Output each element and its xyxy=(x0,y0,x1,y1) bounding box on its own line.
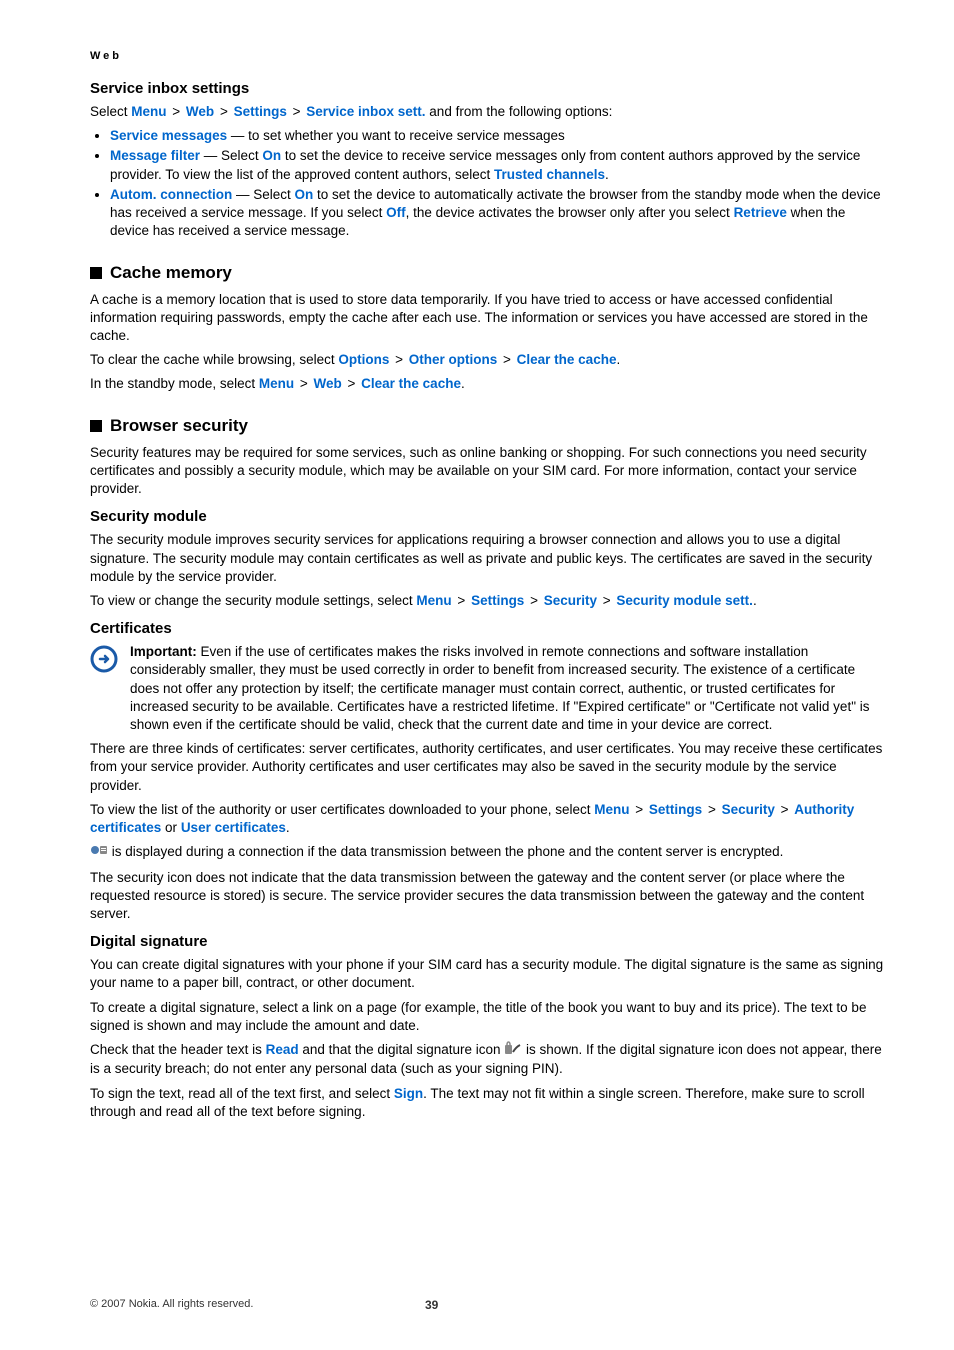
service-inbox-list: Service messages — to set whether you wa… xyxy=(90,127,884,240)
text: and from the following options: xyxy=(426,104,613,119)
text: — Select xyxy=(200,148,262,163)
text: , the device activates the browser only … xyxy=(406,205,734,220)
on-link: On xyxy=(262,148,281,163)
digital-signature-icon xyxy=(504,1041,522,1060)
menu-link: Menu xyxy=(131,104,166,119)
page-footer: © 2007 Nokia. All rights reserved. 39 xyxy=(90,1298,253,1310)
clear-cache-link: Clear the cache xyxy=(517,352,617,367)
options-link: Options xyxy=(338,352,389,367)
other-options-link: Other options xyxy=(409,352,498,367)
security-module-sett-link: Security module sett. xyxy=(616,593,753,608)
text: To view or change the security module se… xyxy=(90,593,416,608)
certs-p4: is displayed during a connection if the … xyxy=(90,843,884,862)
encrypted-connection-icon xyxy=(90,843,108,862)
on-link: On xyxy=(295,187,314,202)
important-label: Important: xyxy=(130,644,201,659)
sign-link: Sign xyxy=(394,1086,423,1101)
heading-certificates: Certificates xyxy=(90,620,884,637)
read-link: Read xyxy=(266,1042,299,1057)
square-bullet-icon xyxy=(90,267,102,279)
sec-module-p1: The security module improves security se… xyxy=(90,531,884,586)
cache-p3: In the standby mode, select Menu > Web >… xyxy=(90,375,884,393)
text: In the standby mode, select xyxy=(90,376,259,391)
security-link: Security xyxy=(722,802,775,817)
text: To sign the text, read all of the text f… xyxy=(90,1086,394,1101)
trusted-channels-link: Trusted channels xyxy=(494,167,605,182)
text: or xyxy=(161,820,181,835)
certs-p2: There are three kinds of certificates: s… xyxy=(90,740,884,795)
cache-p2: To clear the cache while browsing, selec… xyxy=(90,351,884,369)
text: Even if the use of certificates makes th… xyxy=(130,644,869,732)
settings-link: Settings xyxy=(471,593,524,608)
text: — Select xyxy=(232,187,294,202)
menu-link: Menu xyxy=(594,802,629,817)
important-icon xyxy=(90,643,118,678)
important-note: Important: Even if the use of certificat… xyxy=(90,643,884,734)
digsig-p1: You can create digital signatures with y… xyxy=(90,956,884,992)
service-inbox-intro: Select Menu > Web > Settings > Service i… xyxy=(90,103,884,121)
text: Check that the header text is xyxy=(90,1042,266,1057)
service-inbox-sett-link: Service inbox sett. xyxy=(306,104,425,119)
certs-p5: The security icon does not indicate that… xyxy=(90,869,884,924)
menu-link: Menu xyxy=(416,593,451,608)
important-text: Important: Even if the use of certificat… xyxy=(130,643,884,734)
web-link: Web xyxy=(314,376,342,391)
digsig-p4: To sign the text, read all of the text f… xyxy=(90,1085,884,1121)
list-item: Message filter — Select On to set the de… xyxy=(110,147,884,183)
clear-cache-link: Clear the cache xyxy=(361,376,461,391)
text: Select xyxy=(90,104,131,119)
cache-p1: A cache is a memory location that is use… xyxy=(90,291,884,346)
text: is displayed during a connection if the … xyxy=(112,845,784,860)
heading-cache-memory: Cache memory xyxy=(90,263,884,283)
page-number: 39 xyxy=(425,1298,438,1312)
page: Web Service inbox settings Select Menu >… xyxy=(0,0,954,1350)
settings-link: Settings xyxy=(234,104,287,119)
heading-text: Browser security xyxy=(110,416,248,436)
settings-link: Settings xyxy=(649,802,702,817)
message-filter-link: Message filter xyxy=(110,148,200,163)
retrieve-link: Retrieve xyxy=(734,205,787,220)
autom-connection-link: Autom. connection xyxy=(110,187,232,202)
heading-service-inbox: Service inbox settings xyxy=(90,80,884,97)
browser-security-p1: Security features may be required for so… xyxy=(90,444,884,499)
text: . xyxy=(753,593,757,608)
square-bullet-icon xyxy=(90,420,102,432)
service-messages-link: Service messages xyxy=(110,128,227,143)
text: To view the list of the authority or use… xyxy=(90,802,594,817)
heading-browser-security: Browser security xyxy=(90,416,884,436)
sec-module-p2: To view or change the security module se… xyxy=(90,592,884,610)
web-link: Web xyxy=(186,104,214,119)
digsig-p3: Check that the header text is Read and t… xyxy=(90,1041,884,1078)
off-link: Off xyxy=(386,205,406,220)
list-item: Autom. connection — Select On to set the… xyxy=(110,186,884,241)
certs-p3: To view the list of the authority or use… xyxy=(90,801,884,837)
heading-text: Cache memory xyxy=(110,263,232,283)
text: To clear the cache while browsing, selec… xyxy=(90,352,338,367)
heading-security-module: Security module xyxy=(90,508,884,525)
security-link: Security xyxy=(544,593,597,608)
digsig-p2: To create a digital signature, select a … xyxy=(90,999,884,1035)
heading-digital-signature: Digital signature xyxy=(90,933,884,950)
menu-link: Menu xyxy=(259,376,294,391)
copyright-text: © 2007 Nokia. All rights reserved. xyxy=(90,1298,253,1310)
running-header: Web xyxy=(90,50,884,62)
user-certificates-link: User certificates xyxy=(181,820,286,835)
text: and that the digital signature icon xyxy=(299,1042,505,1057)
text: — to set whether you want to receive ser… xyxy=(227,128,565,143)
list-item: Service messages — to set whether you wa… xyxy=(110,127,884,145)
